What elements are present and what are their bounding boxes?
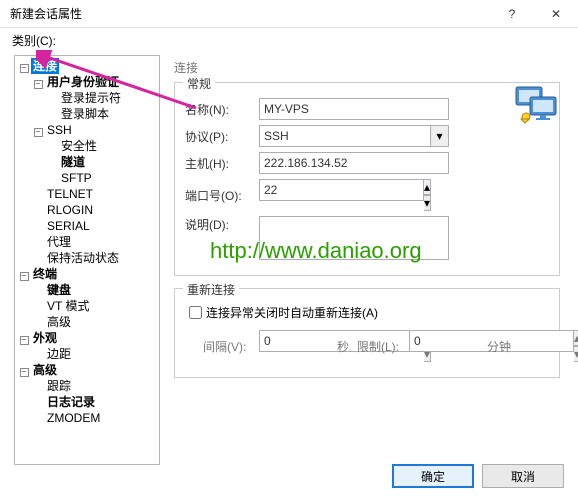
tree-item-ssh[interactable]: SSH bbox=[45, 122, 74, 138]
tree-item-advanced[interactable]: 高级 bbox=[45, 314, 73, 330]
tree-item-margin[interactable]: 边距 bbox=[45, 346, 73, 362]
collapse-icon[interactable]: − bbox=[20, 272, 29, 281]
collapse-icon[interactable]: − bbox=[20, 368, 29, 377]
chevron-down-icon[interactable]: ▾ bbox=[431, 125, 449, 147]
name-field[interactable] bbox=[259, 98, 449, 120]
tree-item-keepalive[interactable]: 保持活动状态 bbox=[45, 250, 121, 266]
cancel-button[interactable]: 取消 bbox=[482, 464, 564, 488]
tree-item-log[interactable]: 日志记录 bbox=[45, 394, 97, 410]
collapse-icon[interactable]: − bbox=[20, 64, 29, 73]
port-label: 端口号(O): bbox=[185, 187, 259, 204]
description-field[interactable] bbox=[259, 216, 449, 260]
tree-item-connection[interactable]: 连接 bbox=[31, 58, 59, 74]
name-label: 名称(N): bbox=[185, 101, 259, 118]
collapse-icon[interactable]: − bbox=[34, 128, 43, 137]
protocol-label: 协议(P): bbox=[185, 128, 259, 145]
tree-item-appearance[interactable]: 外观 bbox=[31, 330, 59, 346]
tree-item-serial[interactable]: SERIAL bbox=[45, 218, 92, 234]
tree-item-auth[interactable]: 用户身份验证 bbox=[45, 74, 121, 90]
auto-reconnect-label: 连接异常关闭时自动重新连接(A) bbox=[206, 304, 378, 321]
limit-label: 限制(L): bbox=[357, 338, 409, 355]
interval-stepper: ▴▾ bbox=[259, 330, 329, 362]
tree-item-security[interactable]: 安全性 bbox=[59, 138, 99, 154]
group-reconnect: 重新连接 连接异常关闭时自动重新连接(A) 间隔(V): ▴▾ 秒 限制(L):… bbox=[174, 288, 560, 378]
port-field[interactable] bbox=[259, 179, 424, 201]
tree-item-trace[interactable]: 跟踪 bbox=[45, 378, 73, 394]
tree-item-tunnel[interactable]: 隧道 bbox=[59, 154, 87, 170]
description-label: 说明(D): bbox=[185, 216, 259, 233]
title-bar: 新建会话属性 ? ✕ bbox=[0, 0, 578, 28]
category-label: 类别(C): bbox=[0, 28, 578, 51]
interval-label: 间隔(V): bbox=[203, 338, 259, 355]
group-general-title: 常规 bbox=[183, 75, 215, 92]
help-button[interactable]: ? bbox=[490, 0, 534, 28]
settings-panel: 连接 常规 名称(N): 协议(P): bbox=[160, 55, 568, 471]
host-label: 主机(H): bbox=[185, 155, 259, 172]
ok-button[interactable]: 确定 bbox=[392, 464, 474, 488]
group-general: 常规 名称(N): 协议(P): SSH ▾ 主机(H): 端口号(O): bbox=[174, 82, 560, 276]
tree-item-proxy[interactable]: 代理 bbox=[45, 234, 73, 250]
auto-reconnect-checkbox[interactable]: 连接异常关闭时自动重新连接(A) bbox=[185, 303, 549, 322]
panel-title: 连接 bbox=[174, 55, 560, 82]
close-button[interactable]: ✕ bbox=[534, 0, 578, 28]
spin-down-icon: ▾ bbox=[574, 346, 578, 362]
spin-up-icon: ▴ bbox=[574, 330, 578, 346]
tree-item-telnet[interactable]: TELNET bbox=[45, 186, 95, 202]
tree-item-prompt[interactable]: 登录提示符 bbox=[59, 90, 123, 106]
collapse-icon[interactable]: − bbox=[34, 80, 43, 89]
collapse-icon[interactable]: − bbox=[20, 336, 29, 345]
seconds-label: 秒 bbox=[337, 338, 349, 355]
window-title: 新建会话属性 bbox=[10, 5, 490, 22]
tree-item-script[interactable]: 登录脚本 bbox=[59, 106, 111, 122]
tree-item-terminal[interactable]: 终端 bbox=[31, 266, 59, 282]
port-stepper[interactable]: ▴ ▾ bbox=[259, 179, 339, 211]
limit-stepper: ▴▾ bbox=[409, 330, 479, 362]
tree-item-vt[interactable]: VT 模式 bbox=[45, 298, 91, 314]
tree-item-sftp[interactable]: SFTP bbox=[59, 170, 94, 186]
tree-item-rlogin[interactable]: RLOGIN bbox=[45, 202, 95, 218]
host-field[interactable] bbox=[259, 152, 449, 174]
tree-item-zmodem[interactable]: ZMODEM bbox=[45, 410, 102, 426]
minutes-label: 分钟 bbox=[487, 338, 511, 355]
group-reconnect-title: 重新连接 bbox=[183, 281, 239, 298]
category-tree[interactable]: −连接 −用户身份验证 登录提示符 登录脚本 −SSH 安全性 隧道 SFTP … bbox=[14, 55, 160, 465]
spin-down-icon[interactable]: ▾ bbox=[424, 195, 431, 211]
tree-item-advanced2[interactable]: 高级 bbox=[31, 362, 59, 378]
spin-up-icon[interactable]: ▴ bbox=[424, 179, 431, 195]
tree-item-keyboard[interactable]: 键盘 bbox=[45, 282, 73, 298]
auto-reconnect-input[interactable] bbox=[189, 306, 202, 319]
protocol-select[interactable]: SSH ▾ bbox=[259, 125, 449, 147]
